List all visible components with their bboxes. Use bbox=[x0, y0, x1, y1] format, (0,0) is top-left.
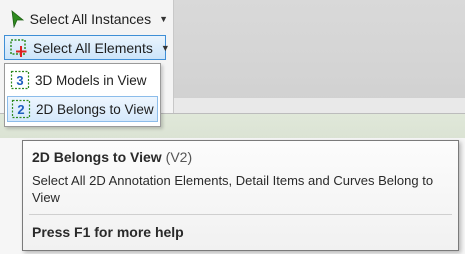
menu-item-2d-belongs[interactable]: 2 2D Belongs to View bbox=[7, 96, 158, 122]
tooltip-description: Select All 2D Annotation Elements, Detai… bbox=[32, 173, 434, 205]
tooltip-title-text: 2D Belongs to View bbox=[32, 149, 162, 165]
svg-text:3: 3 bbox=[16, 73, 23, 88]
tooltip-version: (V2) bbox=[165, 149, 193, 165]
ribbon-panel-strip bbox=[174, 98, 465, 114]
tooltip-title: 2D Belongs to View (V2) bbox=[32, 149, 192, 165]
menu-item-label: 2D Belongs to View bbox=[36, 101, 154, 117]
menu-item-3d-models[interactable]: 3 3D Models in View bbox=[7, 67, 158, 93]
select-all-instances-button[interactable]: Select All Instances ▼ bbox=[4, 6, 168, 31]
green-cursor-arrow-icon bbox=[8, 9, 26, 29]
dashed-selection-plus-icon bbox=[9, 38, 29, 58]
3d-model-icon: 3 bbox=[10, 70, 30, 90]
tooltip-divider bbox=[29, 214, 452, 215]
chevron-down-icon[interactable]: ▼ bbox=[161, 43, 170, 53]
svg-text:2: 2 bbox=[17, 102, 24, 117]
tooltip: 2D Belongs to View (V2) Select All 2D Ann… bbox=[22, 140, 459, 251]
select-all-elements-button[interactable]: Select All Elements ▼ bbox=[4, 35, 170, 60]
select-elements-dropdown: 3 3D Models in View 2 2D Belongs to View bbox=[4, 63, 161, 127]
tooltip-help-text: Press F1 for more help bbox=[32, 224, 184, 240]
chevron-down-icon[interactable]: ▼ bbox=[159, 14, 168, 24]
menu-item-label: 3D Models in View bbox=[35, 72, 147, 88]
2d-annotation-icon: 2 bbox=[11, 99, 31, 119]
select-all-instances-label: Select All Instances bbox=[29, 10, 152, 27]
select-all-elements-label: Select All Elements bbox=[33, 39, 153, 56]
